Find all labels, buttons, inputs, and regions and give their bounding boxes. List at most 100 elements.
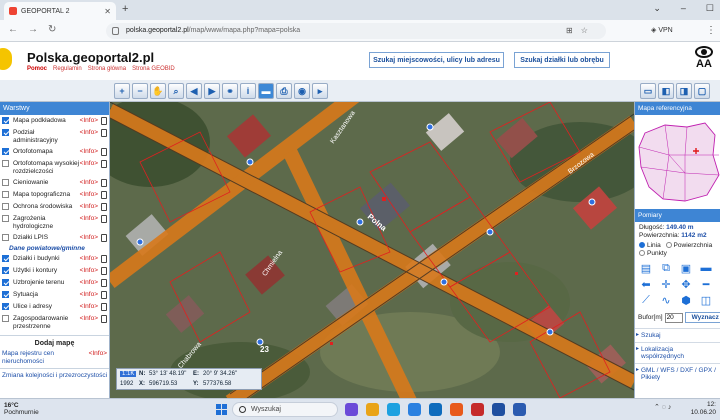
layer-info-link[interactable]: <Info> xyxy=(80,255,98,263)
edge-browser-icon[interactable] xyxy=(387,403,400,416)
add-point-icon[interactable]: ✛ xyxy=(659,278,673,291)
shape-icon[interactable]: ⬢ xyxy=(679,294,693,307)
layer-checkbox[interactable] xyxy=(2,203,9,210)
street-view-icon[interactable]: ◉ xyxy=(294,83,310,99)
taskbar-search[interactable]: Wyszukaj xyxy=(232,402,338,417)
radio-area[interactable] xyxy=(665,242,672,248)
legend-icon[interactable] xyxy=(101,255,107,263)
weather-widget[interactable]: 16°C Pochmurnie xyxy=(4,402,39,416)
link-help[interactable]: Pomoc xyxy=(27,66,47,72)
price-register-link-row[interactable]: Mapa rejestru cen nieruchomości <Info> xyxy=(0,350,109,365)
info-link[interactable]: <Info> xyxy=(89,350,107,365)
measure-title[interactable]: Pomiary xyxy=(635,209,720,222)
scale-badge[interactable]: 1:1K xyxy=(120,371,137,377)
layer-info-link[interactable]: <Info> xyxy=(80,267,98,275)
layer-checkbox[interactable] xyxy=(2,117,9,124)
layer-checkbox[interactable] xyxy=(2,315,9,322)
app-icon-1[interactable] xyxy=(345,403,358,416)
zoom-in-icon[interactable]: + xyxy=(114,83,130,99)
layer-info-link[interactable]: <Info> xyxy=(80,117,98,125)
layer-row[interactable]: Ortofotomapa wysokiej rozdzielczości <Inf… xyxy=(0,158,109,177)
legend-icon[interactable] xyxy=(101,117,107,125)
layer-checkbox[interactable] xyxy=(2,234,9,241)
close-tab-icon[interactable]: ✕ xyxy=(104,7,111,16)
layer-row[interactable]: Cieniowanie <Info> xyxy=(0,177,109,189)
site-title[interactable]: Polska.geoportal2.pl xyxy=(27,50,154,65)
layer-checkbox[interactable] xyxy=(2,160,9,167)
layer-info-link[interactable]: <Info> xyxy=(80,160,98,168)
next-view-icon[interactable]: ▶ xyxy=(204,83,220,99)
legend-icon[interactable] xyxy=(101,160,107,168)
layer-checkbox[interactable] xyxy=(2,129,9,136)
link-icon[interactable]: ⚭ xyxy=(222,83,238,99)
link-home[interactable]: Strona główna xyxy=(88,66,126,72)
firefox-icon[interactable] xyxy=(450,403,463,416)
clock[interactable]: 12: 10.06.20 xyxy=(691,401,716,417)
layer-row[interactable]: Użytki i kontury <Info> xyxy=(0,265,109,277)
forward-icon[interactable]: → xyxy=(28,24,38,35)
accessibility-widget[interactable]: AA xyxy=(692,46,716,76)
layer-info-link[interactable]: <Info> xyxy=(80,129,98,137)
layer-row[interactable]: Zagospodarowanie przestrzenne <Info> xyxy=(0,313,109,332)
layer-row[interactable]: Działki i budynki <Info> xyxy=(0,253,109,265)
layer-info-link[interactable]: <Info> xyxy=(80,179,98,187)
layer-row[interactable]: Mapa topograficzna <Info> xyxy=(0,189,109,201)
site-info-icon[interactable] xyxy=(112,27,119,35)
dropbox-icon[interactable] xyxy=(492,403,505,416)
geoportal-logo-icon[interactable] xyxy=(0,48,12,70)
section-coordinates[interactable]: Lokalizacja współrzędnych xyxy=(635,342,720,363)
legend-icon[interactable] xyxy=(101,291,107,299)
layer-checkbox[interactable] xyxy=(2,148,9,155)
reload-icon[interactable]: ↻ xyxy=(48,24,56,35)
section-search[interactable]: Szukaj xyxy=(635,328,720,342)
layer-row[interactable]: Mapa podkładowa <Info> xyxy=(0,115,109,127)
zoom-extent-icon[interactable]: ⌕ xyxy=(168,83,184,99)
pan-hand-icon[interactable]: ✋ xyxy=(150,83,166,99)
measure-icon[interactable]: ▬ xyxy=(258,83,274,99)
system-tray[interactable]: ⌃ ◌ ♪ xyxy=(654,403,671,411)
layer-row[interactable]: Zagrożenia hydrologiczne <Info> xyxy=(0,213,109,232)
legend-icon[interactable] xyxy=(101,191,107,199)
legend-icon[interactable] xyxy=(101,315,107,323)
outlook-icon[interactable] xyxy=(429,403,442,416)
print-icon[interactable]: ⎙ xyxy=(276,83,292,99)
layer-checkbox[interactable] xyxy=(2,191,9,198)
back-icon[interactable]: ← xyxy=(8,24,18,35)
browser-tab[interactable]: GEOPORTAL 2 ✕ xyxy=(4,2,116,20)
legend-icon[interactable] xyxy=(101,267,107,275)
app-icon-3[interactable] xyxy=(471,403,484,416)
fullscreen-icon[interactable]: ▢ xyxy=(694,83,710,99)
chevron-down-icon[interactable]: ⌄ xyxy=(653,3,661,14)
layer-info-link[interactable]: <Info> xyxy=(80,191,98,199)
link-regulations[interactable]: Regulamin xyxy=(53,66,82,72)
copy-icon[interactable]: ⧉ xyxy=(659,262,673,274)
minimize-icon[interactable]: – xyxy=(681,3,686,14)
link-geobid[interactable]: Strona GEOBID xyxy=(132,66,175,72)
layer-checkbox[interactable] xyxy=(2,255,9,262)
menu-icon[interactable]: ⋮ xyxy=(706,25,716,36)
layer-checkbox[interactable] xyxy=(2,279,9,286)
zoom-out-icon[interactable]: − xyxy=(132,83,148,99)
new-tab-icon[interactable]: + xyxy=(122,3,128,15)
legend-icon[interactable] xyxy=(101,148,107,156)
layers-icon[interactable]: ◫ xyxy=(699,294,713,307)
layer-info-link[interactable]: <Info> xyxy=(80,148,98,156)
layer-row[interactable]: Podział administracyjny <Info> xyxy=(0,127,109,146)
legend-icon[interactable] xyxy=(101,303,107,311)
install-app-icon[interactable]: ⊞ xyxy=(566,26,573,35)
vpn-badge[interactable]: ◈ VPN xyxy=(651,26,673,34)
price-register-link[interactable]: Mapa rejestru cen nieruchomości xyxy=(0,350,89,365)
legend-icon[interactable] xyxy=(101,215,107,223)
map-canvas[interactable]: Polna Kasztanowa Chmielna Chabrowa Brzoz… xyxy=(110,102,634,398)
maximize-icon[interactable]: ☐ xyxy=(706,3,714,14)
layer-info-link[interactable]: <Info> xyxy=(80,203,98,211)
legend-icon[interactable] xyxy=(101,179,107,187)
layer-checkbox[interactable] xyxy=(2,179,9,186)
layer-checkbox[interactable] xyxy=(2,303,9,310)
minus-icon[interactable]: ━ xyxy=(699,278,713,291)
side-panel-icon[interactable]: ◨ xyxy=(676,83,692,99)
save-icon[interactable]: ▣ xyxy=(679,262,693,275)
layer-row[interactable]: Ulice i adresy <Info> xyxy=(0,301,109,313)
layer-row[interactable]: Ochrona środowiska <Info> xyxy=(0,201,109,213)
layer-info-link[interactable]: <Info> xyxy=(80,303,98,311)
